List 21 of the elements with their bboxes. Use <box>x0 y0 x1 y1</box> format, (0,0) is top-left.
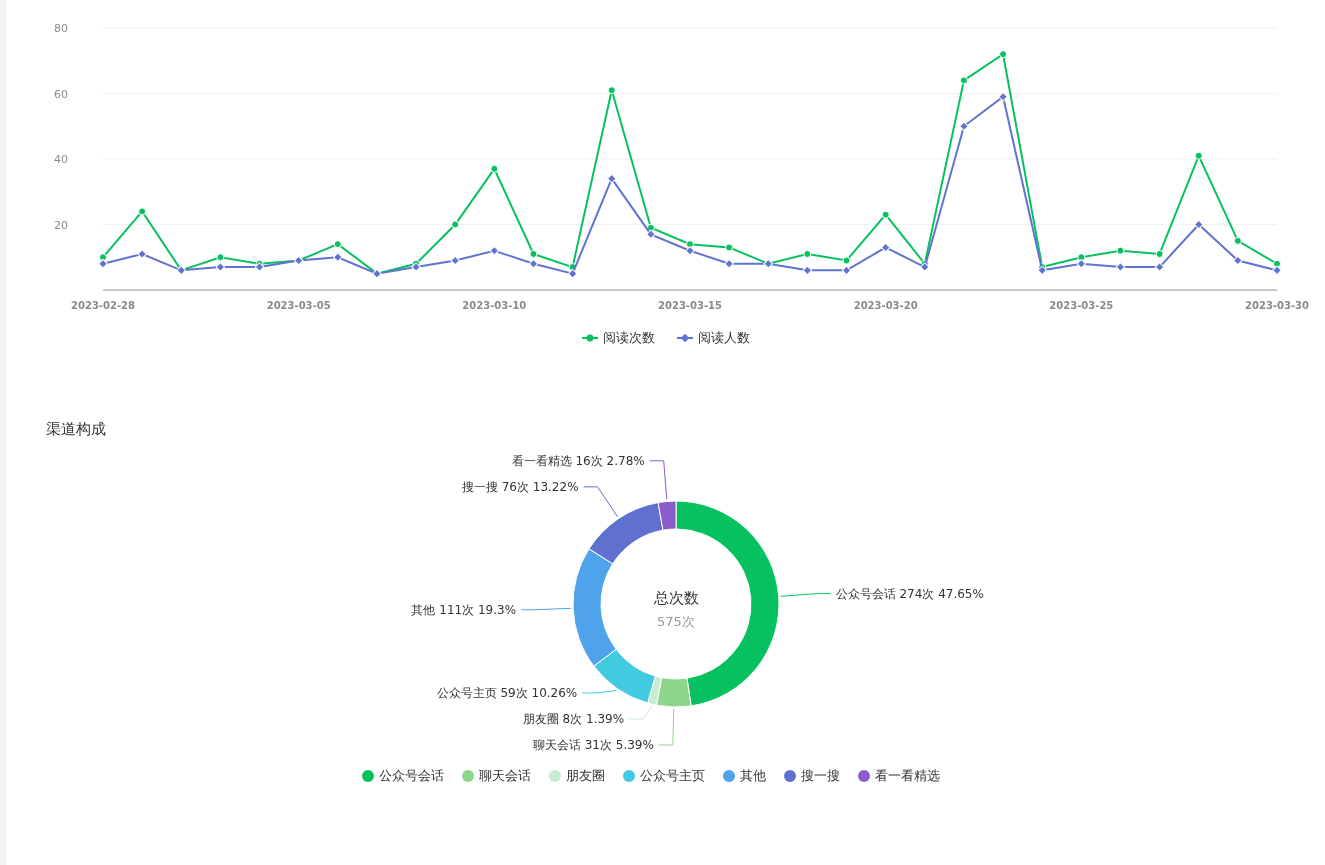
slice-label: 其他 111次 19.3% <box>411 602 517 617</box>
slice-label: 公众号会话 274次 47.65% <box>835 586 984 601</box>
x-tick-label: 2023-03-10 <box>462 300 527 311</box>
x-tick-label: 2023-02-28 <box>71 300 135 311</box>
slice-label: 搜一搜 76次 13.22% <box>461 479 579 494</box>
x-tick-label: 2023-03-15 <box>658 300 722 311</box>
x-tick-label: 2023-03-30 <box>1245 300 1309 311</box>
slice-label: 朋友圈 8次 1.39% <box>522 711 625 726</box>
x-tick-label: 2023-03-20 <box>853 300 918 311</box>
y-tick-label: 20 <box>54 218 68 232</box>
y-tick-label: 80 <box>54 22 68 35</box>
center-value: 575次 <box>657 614 695 629</box>
x-tick-label: 2023-03-05 <box>266 300 331 311</box>
slice-label: 公众号主页 59次 10.26% <box>436 685 578 700</box>
y-tick-label: 40 <box>54 153 68 166</box>
center-label: 总次数 <box>653 589 699 607</box>
slice-label: 聊天会话 31次 5.39% <box>532 737 654 752</box>
y-tick-label: 60 <box>54 87 68 101</box>
slice-label: 看一看精选 16次 2.78% <box>511 453 645 468</box>
section-title: 渠道构成 <box>46 420 107 439</box>
x-tick-label: 2023-03-25 <box>1049 300 1114 311</box>
